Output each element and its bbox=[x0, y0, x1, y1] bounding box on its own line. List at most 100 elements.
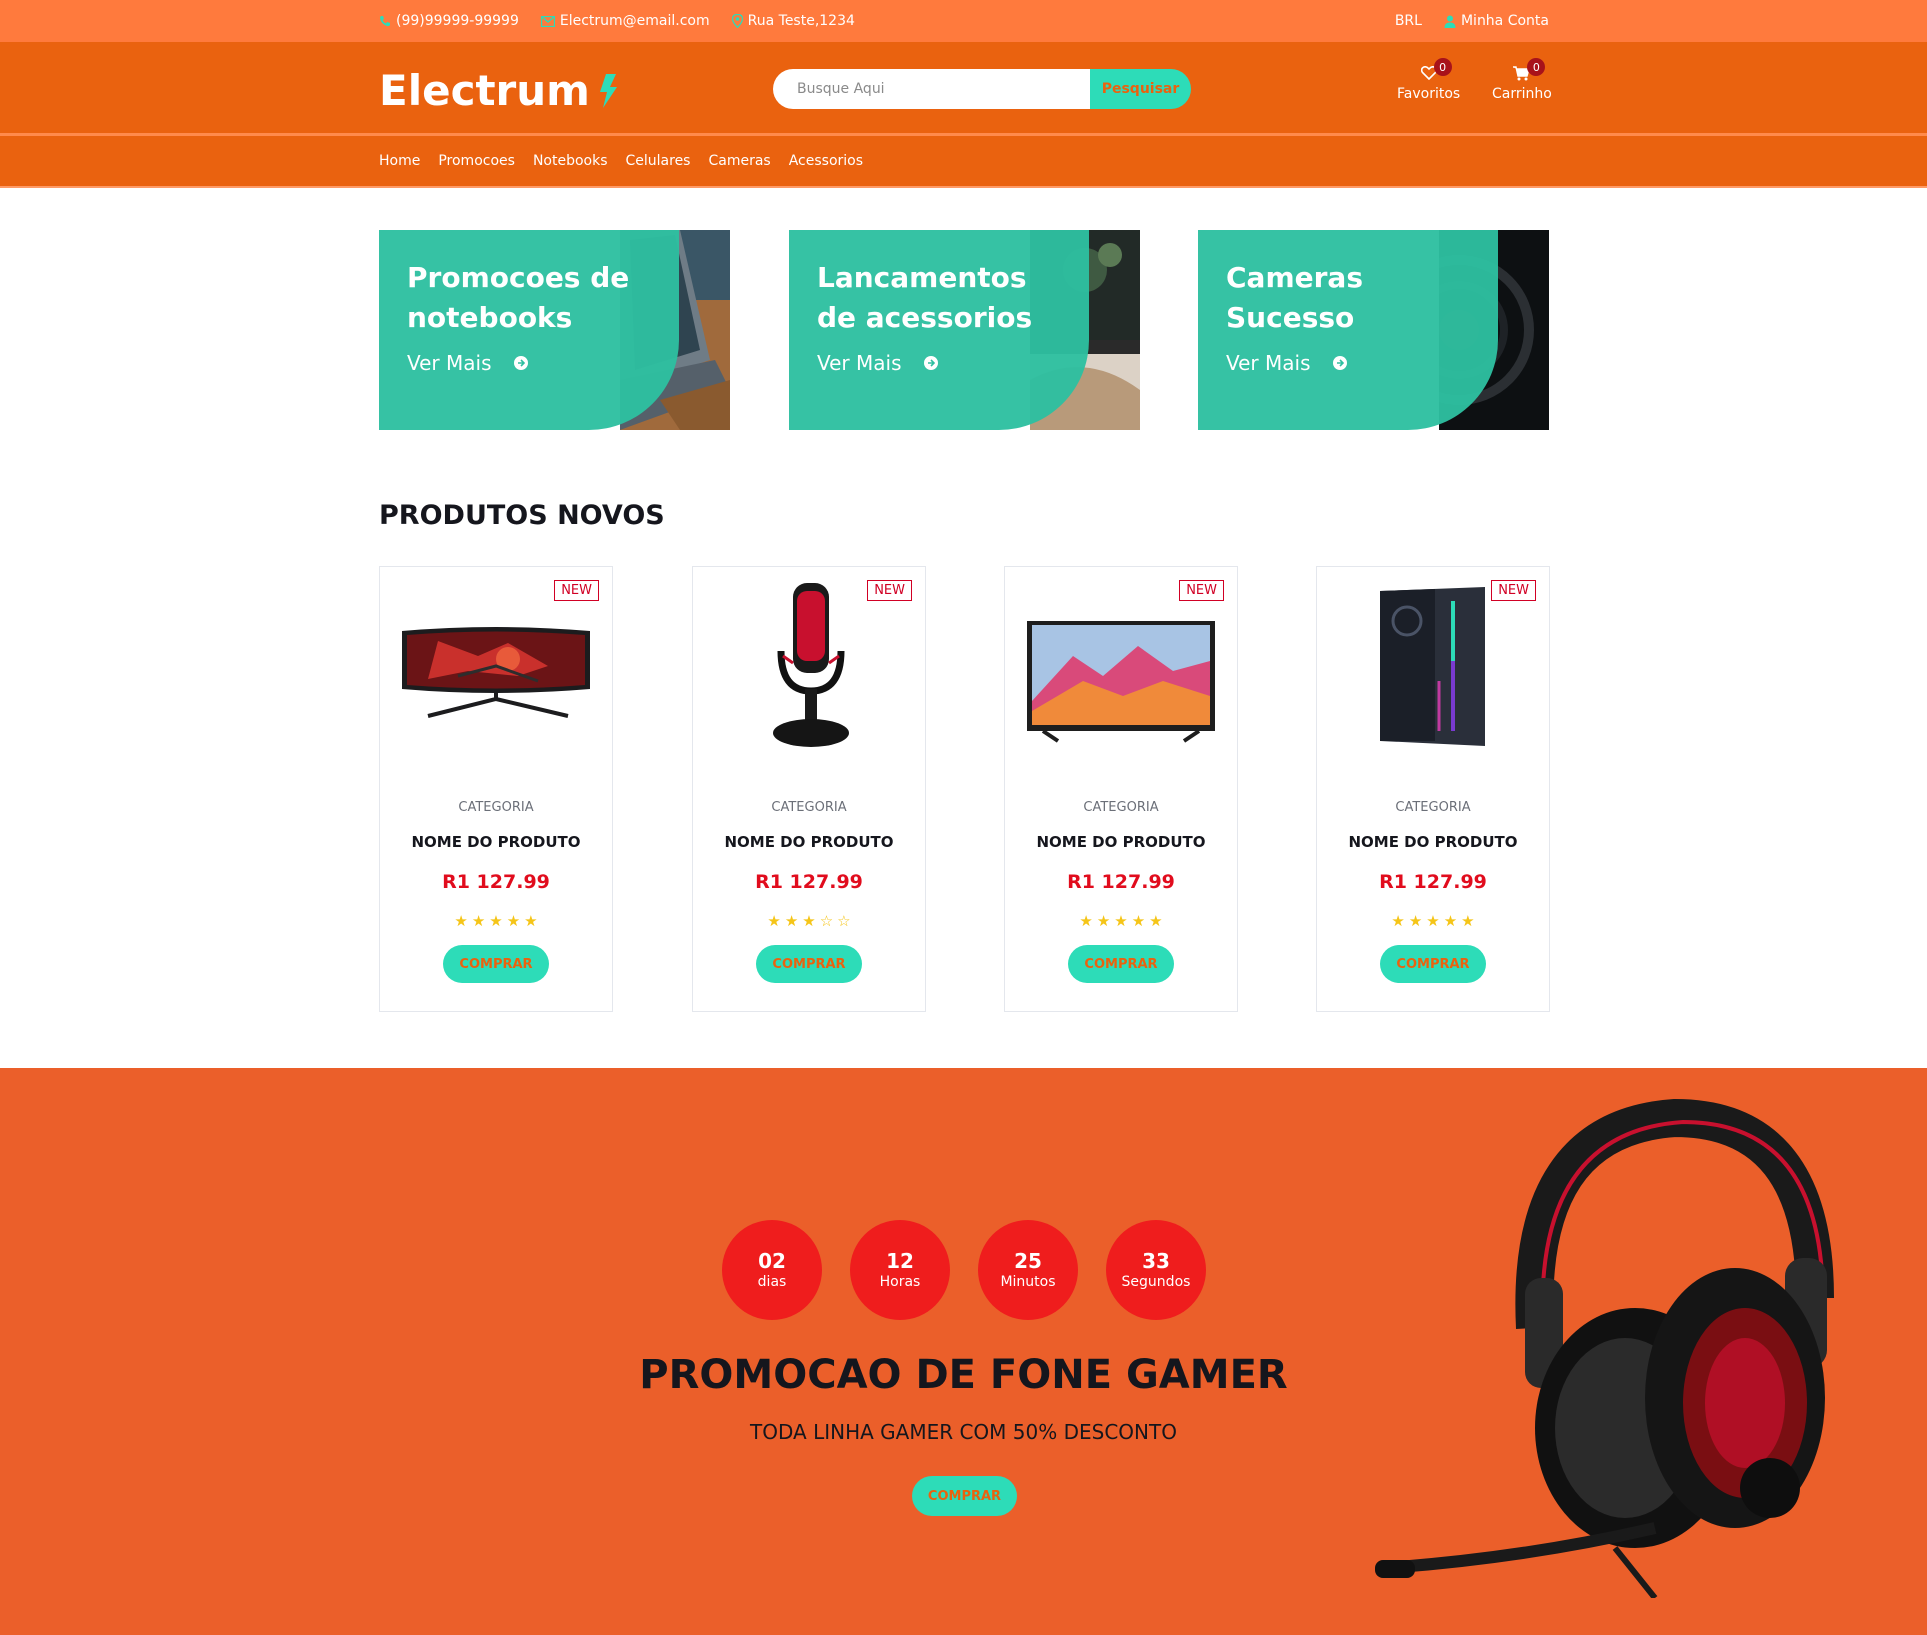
star-icon: ★ bbox=[489, 912, 503, 930]
account-text: Minha Conta bbox=[1460, 13, 1549, 29]
star-icon: ★ bbox=[524, 912, 538, 930]
banner-cameras[interactable]: Cameras Sucesso Ver Mais bbox=[1198, 230, 1549, 430]
buy-button[interactable]: COMPRAR bbox=[756, 945, 862, 983]
nav-item-celulares[interactable]: Celulares bbox=[626, 153, 691, 169]
nav-item-notebooks[interactable]: Notebooks bbox=[533, 153, 608, 169]
star-icon: ★ bbox=[802, 912, 816, 930]
new-badge: NEW bbox=[1491, 580, 1536, 601]
star-empty-icon: ☆ bbox=[837, 912, 851, 930]
countdown-minutes: 25 Minutos bbox=[978, 1220, 1078, 1320]
search-button[interactable]: Pesquisar bbox=[1090, 69, 1191, 109]
product-card[interactable]: NEW CATEGORIA NOME DO PRODUTO R1 127.99 … bbox=[1004, 566, 1238, 1012]
main-header: Electrum Pesquisar 0 Favoritos 0 Carrinh… bbox=[0, 42, 1927, 136]
product-name[interactable]: NOME DO PRODUTO bbox=[380, 833, 612, 851]
arrow-right-icon bbox=[923, 356, 938, 370]
nav-item-cameras[interactable]: Cameras bbox=[708, 153, 770, 169]
banner-link-text: Ver Mais bbox=[817, 351, 902, 375]
search-bar: Pesquisar bbox=[773, 69, 1191, 109]
product-card[interactable]: NEW CATEGORIA NOME DO PRODUTO R1 127.99 … bbox=[1316, 566, 1550, 1012]
headset-image bbox=[1375, 1098, 1834, 1598]
product-card[interactable]: NEW CATEGORIA NOME DO PRODUTO R1 127.99 … bbox=[379, 566, 613, 1012]
product-category: CATEGORIA bbox=[771, 800, 847, 815]
star-icon: ★ bbox=[471, 912, 486, 930]
countdown-value: 02 bbox=[758, 1249, 786, 1273]
countdown-hours: 12 Horas bbox=[850, 1220, 950, 1320]
star-rating: ★ ★ ★ ☆ ☆ bbox=[693, 912, 925, 930]
star-icon: ★ bbox=[1149, 912, 1163, 930]
banner-link-text: Ver Mais bbox=[407, 351, 492, 375]
section-title: PRODUTOS NOVOS bbox=[379, 500, 665, 531]
account-link[interactable]: Minha Conta bbox=[1444, 13, 1549, 29]
countdown-unit: Minutos bbox=[1000, 1274, 1056, 1290]
main-nav: Home Promocoes Notebooks Celulares Camer… bbox=[0, 136, 1927, 188]
product-price: R1 127.99 bbox=[755, 871, 863, 893]
buy-button[interactable]: COMPRAR bbox=[1068, 945, 1174, 983]
product-name[interactable]: NOME DO PRODUTO bbox=[693, 833, 925, 851]
banner-acessorios[interactable]: Lancamentos de acessorios Ver Mais bbox=[789, 230, 1140, 430]
phone-link[interactable]: (99)99999-99999 bbox=[379, 13, 519, 29]
banner-ver-mais-link[interactable]: Ver Mais bbox=[407, 351, 528, 375]
pc-case-image bbox=[1380, 587, 1485, 746]
star-icon: ★ bbox=[1114, 912, 1128, 930]
star-icon: ★ bbox=[1391, 912, 1405, 930]
product-price: R1 127.99 bbox=[1379, 871, 1487, 893]
product-price: R1 127.99 bbox=[1067, 871, 1175, 893]
nav-item-promocoes[interactable]: Promocoes bbox=[438, 153, 515, 169]
currency-selector[interactable]: BRL bbox=[1395, 13, 1422, 29]
lightning-bolt-icon bbox=[599, 73, 617, 108]
user-icon bbox=[1444, 15, 1456, 28]
countdown-unit: Horas bbox=[879, 1274, 921, 1290]
currency-text: BRL bbox=[1394, 13, 1422, 29]
product-name[interactable]: NOME DO PRODUTO bbox=[1005, 833, 1237, 851]
star-icon: ★ bbox=[1443, 912, 1458, 930]
product-category: CATEGORIA bbox=[458, 800, 534, 815]
countdown-unit: Segundos bbox=[1121, 1274, 1191, 1290]
star-rating: ★ ★ ★ ★ ★ bbox=[380, 912, 612, 930]
banner-title: Promocoes de notebooks bbox=[407, 261, 630, 334]
nav-item-acessorios[interactable]: Acessorios bbox=[789, 153, 863, 169]
cart-count-badge: 0 bbox=[1527, 58, 1546, 76]
banner-ver-mais-link[interactable]: Ver Mais bbox=[817, 351, 938, 375]
favorites-button[interactable]: 0 Favoritos bbox=[1397, 58, 1460, 102]
map-pin-icon bbox=[731, 14, 743, 28]
star-icon: ★ bbox=[1096, 912, 1111, 930]
product-name[interactable]: NOME DO PRODUTO bbox=[1317, 833, 1549, 851]
favorites-count-badge: 0 bbox=[1433, 58, 1452, 76]
logo[interactable]: Electrum bbox=[379, 66, 618, 115]
arrow-right-icon bbox=[513, 356, 528, 370]
phone-icon bbox=[380, 16, 390, 27]
tv-image bbox=[1027, 621, 1215, 743]
star-icon: ★ bbox=[1461, 912, 1475, 930]
promo-buy-button[interactable]: COMPRAR bbox=[912, 1476, 1017, 1516]
star-icon: ★ bbox=[1426, 912, 1440, 930]
buy-button[interactable]: COMPRAR bbox=[1380, 945, 1486, 983]
star-icon: ★ bbox=[454, 912, 468, 930]
monitor-image bbox=[402, 627, 590, 718]
email-link[interactable]: Electrum@email.com bbox=[540, 13, 710, 29]
star-icon: ★ bbox=[767, 912, 781, 930]
banner-ver-mais-link[interactable]: Ver Mais bbox=[1226, 351, 1347, 375]
buy-button[interactable]: COMPRAR bbox=[443, 945, 549, 983]
countdown-value: 33 bbox=[1142, 1249, 1170, 1273]
countdown-seconds: 33 Segundos bbox=[1106, 1220, 1206, 1320]
address-text: Rua Teste,1234 bbox=[747, 13, 855, 29]
banner-notebooks[interactable]: Promocoes de notebooks Ver Mais bbox=[379, 230, 730, 430]
star-empty-icon: ☆ bbox=[819, 912, 834, 930]
nav-item-home[interactable]: Home bbox=[379, 153, 420, 169]
star-icon: ★ bbox=[1408, 912, 1423, 930]
banner-title: Lancamentos de acessorios bbox=[817, 261, 1033, 334]
microphone-image bbox=[773, 583, 849, 747]
star-icon: ★ bbox=[784, 912, 799, 930]
search-input[interactable] bbox=[773, 69, 1090, 109]
phone-text: (99)99999-99999 bbox=[396, 13, 519, 29]
star-icon: ★ bbox=[506, 912, 521, 930]
countdown-unit: dias bbox=[757, 1274, 787, 1290]
arrow-right-icon bbox=[1332, 356, 1347, 370]
countdown-value: 12 bbox=[886, 1249, 914, 1273]
address-link[interactable]: Rua Teste,1234 bbox=[731, 13, 855, 29]
email-text: Electrum@email.com bbox=[559, 13, 710, 29]
cart-button[interactable]: 0 Carrinho bbox=[1492, 58, 1552, 102]
star-icon: ★ bbox=[1131, 912, 1146, 930]
logo-text: Electrum bbox=[379, 66, 590, 115]
product-card[interactable]: NEW CATEGORIA NOME DO PRODUTO R1 127.99 … bbox=[692, 566, 926, 1012]
